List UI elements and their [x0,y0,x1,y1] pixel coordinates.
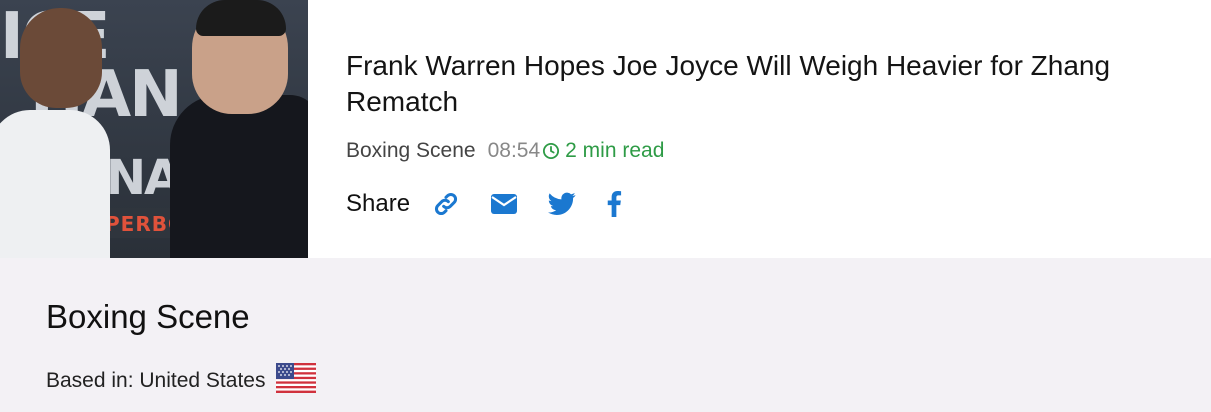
clock-icon [543,142,560,160]
read-time: 2 min read [542,139,664,163]
publish-time: 08:54 [487,139,541,162]
article-card: ICE HAN INAI PERBO Frank Warren Hopes Jo… [0,0,1211,258]
article-image[interactable]: ICE HAN INAI PERBO [0,0,308,258]
publisher-name[interactable]: Boxing Scene [46,298,250,336]
twitter-icon[interactable] [548,192,576,216]
facebook-icon[interactable] [606,191,622,217]
source-name[interactable]: Boxing Scene [346,139,476,163]
boxer-right-body [170,95,308,258]
boxer-right-hair [196,0,286,36]
share-bar: Share [346,190,652,218]
article-meta: Boxing Scene 08:54 2 min read [346,138,664,164]
publisher-section: Boxing Scene Based in: United States [0,258,1211,412]
article-title[interactable]: Frank Warren Hopes Joe Joyce Will Weigh … [346,48,1176,120]
us-flag-icon [276,363,317,399]
link-icon[interactable] [432,190,460,218]
share-label: Share [346,190,411,217]
read-time-label: 2 min read [565,139,665,162]
based-in-label: Based in: United States [46,369,266,392]
boxer-left-head [20,8,102,108]
boxer-left-body [0,110,110,258]
email-icon[interactable] [490,192,518,216]
publisher-location: Based in: United States [46,363,317,399]
